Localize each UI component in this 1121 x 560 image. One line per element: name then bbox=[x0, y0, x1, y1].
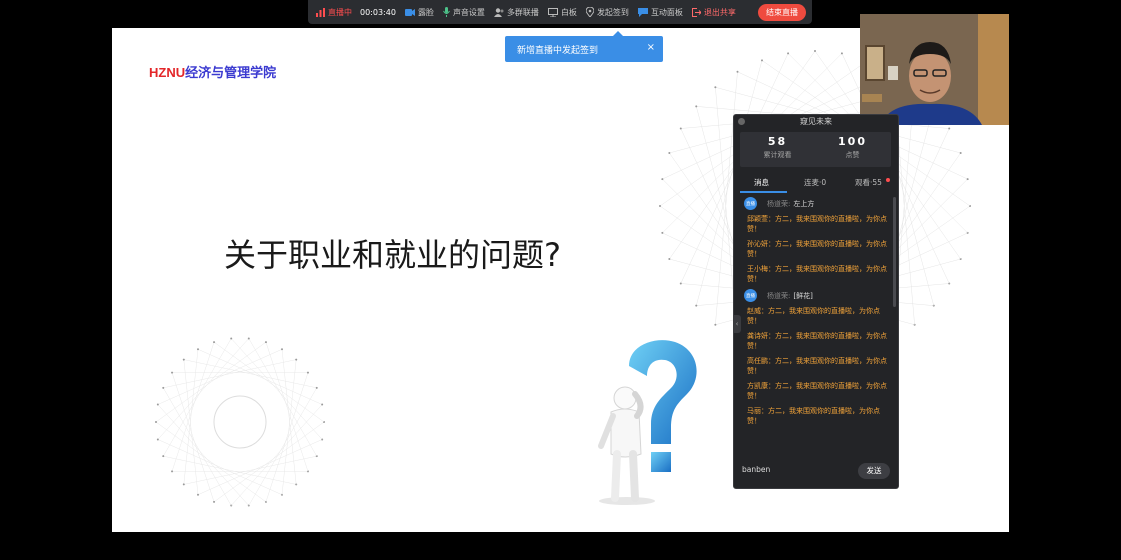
host-message-text: [鲜花] bbox=[793, 291, 813, 300]
host-message: 直播 杨道荣: [鲜花] bbox=[744, 289, 894, 302]
audio-settings-label: 声音设置 bbox=[452, 7, 485, 17]
viewer-message: 高任鹏：方二，我来围观你的直播啦，为你点赞！ bbox=[747, 357, 887, 375]
viewer-message: 方凯康：方二，我来围观你的直播啦，为你点赞！ bbox=[747, 382, 887, 400]
viewer-message: 赵威：方二，我来围观你的直播啦，为你点赞！ bbox=[747, 307, 880, 325]
question-mark-figure-illustration bbox=[598, 340, 697, 505]
chat-scrollbar[interactable] bbox=[893, 197, 896, 307]
camera-label: 露脸 bbox=[417, 7, 434, 17]
tab-messages[interactable]: 消息 bbox=[754, 177, 769, 188]
host-name: 杨道荣: bbox=[767, 291, 791, 300]
live-chat-panel: 窥见未来 58 累计观看 100 点赞 消息 连麦·0 观看·55 直播 杨道荣:… bbox=[733, 114, 899, 489]
whiteboard-label: 白板 bbox=[560, 7, 577, 17]
viewer-message: 龚诗妍：方二，我来围观你的直播啦，为你点赞！ bbox=[747, 332, 887, 350]
chat-input-row: banben 发送 bbox=[734, 461, 898, 485]
live-status-label: 直播中 bbox=[328, 7, 352, 17]
interaction-panel-button[interactable]: 互动面板 bbox=[637, 7, 683, 18]
whiteboard-icon bbox=[547, 7, 558, 17]
live-status: 直播中 bbox=[316, 7, 352, 18]
logo-prefix: HZNU bbox=[149, 65, 186, 80]
host-name: 杨道荣: bbox=[767, 199, 791, 208]
viewer-message: 王小梅：方二，我来围观你的直播啦，为你点赞！ bbox=[747, 265, 887, 283]
stop-sharing-button[interactable]: 退出共享 bbox=[691, 7, 736, 18]
multi-group-broadcast-button[interactable]: 多群联播 bbox=[493, 7, 539, 18]
panel-header: 窥见未来 bbox=[734, 115, 898, 129]
interaction-panel-label: 互动面板 bbox=[650, 7, 683, 17]
chat-input[interactable]: banben bbox=[742, 465, 770, 474]
total-views-label: 累计观看 bbox=[763, 151, 792, 159]
chat-message-list[interactable]: 直播 杨道荣: 左上方 邱颖萱：方二，我来围观你的直播啦，为你点赞！ 孙沁妍：方二，我来… bbox=[734, 197, 894, 452]
college-logo: HZNU经济与管理学院 bbox=[149, 62, 276, 81]
host-avatar: 直播 bbox=[744, 289, 757, 302]
stop-sharing-label: 退出共享 bbox=[703, 7, 736, 17]
start-sign-in-button[interactable]: 发起签到 bbox=[585, 7, 629, 18]
host-avatar: 直播 bbox=[744, 197, 757, 210]
live-stats: 58 累计观看 100 点赞 bbox=[740, 132, 891, 167]
panel-close-icon[interactable] bbox=[738, 118, 745, 125]
new-viewers-dot bbox=[886, 178, 890, 182]
viewer-message: 邱颖萱：方二，我来围观你的直播啦，为你点赞！ bbox=[747, 215, 887, 233]
chat-bubble-icon bbox=[637, 7, 648, 17]
viewer-message: 孙沁妍：方二，我来围观你的直播啦，为你点赞！ bbox=[747, 240, 887, 258]
collapse-panel-icon[interactable]: ‹ bbox=[733, 315, 741, 333]
location-pin-icon bbox=[585, 7, 594, 17]
camera-button[interactable]: 露脸 bbox=[404, 7, 434, 18]
host-message: 直播 杨道荣: 左上方 bbox=[744, 197, 894, 210]
panel-title: 窥见未来 bbox=[800, 117, 832, 126]
end-live-button[interactable]: 结束直播 bbox=[758, 3, 806, 21]
microphone-icon bbox=[443, 7, 450, 17]
tab-co-host[interactable]: 连麦·0 bbox=[804, 177, 826, 188]
audio-settings-button[interactable]: 声音设置 bbox=[443, 7, 485, 18]
exit-icon bbox=[691, 7, 701, 17]
stat-total-views: 58 累计观看 bbox=[740, 135, 815, 160]
notification-arrow bbox=[613, 31, 623, 36]
webcam-preview[interactable] bbox=[860, 14, 1009, 125]
slide-title: 关于职业和就业的问题? bbox=[224, 236, 561, 274]
multi-group-broadcast-label: 多群联播 bbox=[506, 7, 539, 17]
notification-text: 新增直播中发起签到 bbox=[517, 45, 599, 56]
tab-viewers[interactable]: 观看·55 bbox=[855, 177, 882, 188]
close-icon[interactable]: × bbox=[647, 42, 655, 53]
camera-icon bbox=[404, 8, 415, 16]
active-tab-indicator bbox=[740, 191, 787, 193]
live-bars-icon bbox=[316, 7, 325, 17]
live-duration: 00:03:40 bbox=[360, 7, 396, 17]
presenter-video bbox=[860, 14, 1009, 125]
likes-value: 100 bbox=[838, 135, 867, 148]
panel-tabs: 消息 连麦·0 观看·55 bbox=[734, 173, 898, 193]
logo-suffix: 经济与管理学院 bbox=[185, 65, 277, 80]
users-icon bbox=[493, 7, 504, 17]
start-sign-in-label: 发起签到 bbox=[596, 7, 629, 17]
likes-label: 点赞 bbox=[845, 151, 860, 159]
sign-in-notification: 新增直播中发起签到 × bbox=[505, 31, 663, 62]
host-message-text: 左上方 bbox=[793, 199, 815, 208]
live-toolbar: 直播中 00:03:40 露脸 声音设置 多群联播 白板 发起签到 互动面板 退… bbox=[308, 0, 812, 24]
whiteboard-button[interactable]: 白板 bbox=[547, 7, 577, 18]
total-views-value: 58 bbox=[767, 135, 788, 148]
viewer-message: 马丽：方二，我来围观你的直播啦，为你点赞！ bbox=[747, 407, 880, 425]
send-button[interactable]: 发送 bbox=[858, 463, 890, 479]
stat-likes: 100 点赞 bbox=[815, 135, 890, 160]
